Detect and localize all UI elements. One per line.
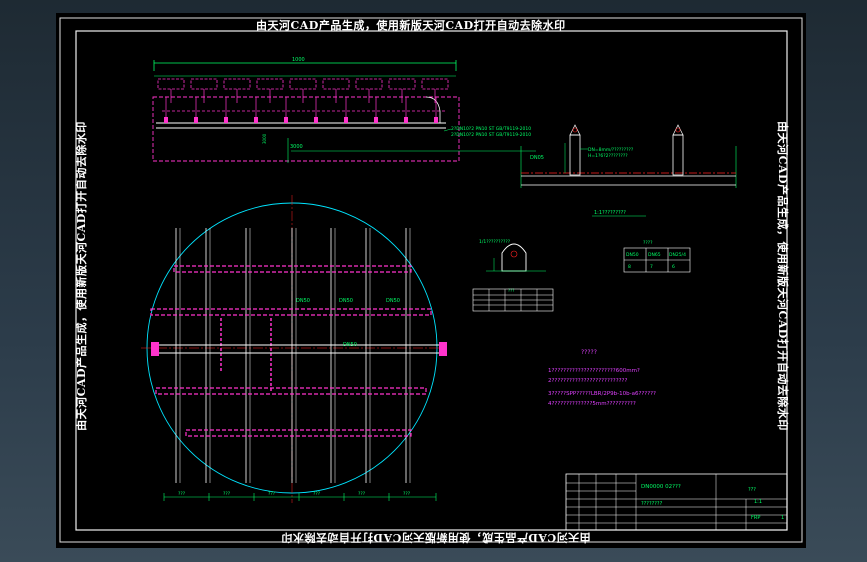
top-nozzle xyxy=(355,78,383,90)
title-scale: 1:1 xyxy=(754,499,762,505)
top-nozzle xyxy=(223,78,251,90)
notes-line-1: 1??????????????????????600mm? xyxy=(548,368,640,374)
notes: ????? 1??????????????????????600mm? 2???… xyxy=(548,349,656,407)
dim-label: ??? xyxy=(268,491,276,497)
top-nozzle xyxy=(190,78,218,90)
notes-line-4: 4??????????????5mm?????????? xyxy=(548,401,636,407)
title-block: DN0000 02??? ???????? ??? 1:1 FRP 1 xyxy=(565,473,788,531)
small-table: ???? DN50 DN65 DN25/4 8 7 6 xyxy=(623,240,691,273)
top-nozzle xyxy=(289,78,317,90)
elev-leg-cap xyxy=(254,117,258,123)
top-nozzle xyxy=(388,78,416,90)
dim-label: ??? xyxy=(223,491,231,497)
plan-headers xyxy=(150,265,432,437)
cad-viewport[interactable]: 1000 3000 2?DN10?2 PN10 ST GB/T9119-2010… xyxy=(56,13,806,548)
elev-leg-cap xyxy=(224,117,228,123)
plan-label-4: DN50 xyxy=(343,342,357,348)
small-table-v1: 8 xyxy=(628,264,631,270)
top-nozzle xyxy=(421,78,449,90)
notes-line-2: 2?????????????????????????? xyxy=(548,378,627,384)
top-nozzle xyxy=(322,78,350,90)
small-table-v2: 7 xyxy=(650,264,653,270)
plan-header xyxy=(185,429,412,437)
detail-nozzle-right xyxy=(672,124,684,176)
top-nozzle xyxy=(256,78,284,90)
small-table-h1: DN50 xyxy=(626,252,639,258)
dim-label: ??? xyxy=(358,491,366,497)
plan-header xyxy=(155,387,427,395)
dim-label: ??? xyxy=(313,491,321,497)
elevation-legs xyxy=(164,97,438,123)
elevation-view: 1000 3000 2?DN10?2 PN10 ST GB/T9119-2010… xyxy=(152,57,536,163)
plan-header xyxy=(173,265,412,273)
svg-text:3000: 3000 xyxy=(262,133,267,144)
watermark-left: 由天河CAD产品生成，使用新版天河CAD打开自动去除水印 xyxy=(74,121,88,431)
notes-title: ????? xyxy=(581,349,597,356)
small-table-h3: DN25/4 xyxy=(669,252,686,258)
elev-note-2: 2?DN10?2 PN10 ST GB/T9119-2010 xyxy=(451,132,531,138)
detail-pipe-note: DN=8mm/????????? xyxy=(588,147,634,153)
elev-leg-cap xyxy=(344,117,348,123)
title-code: FRP xyxy=(751,515,760,521)
detail-label-dn: DN05 xyxy=(530,155,544,161)
title-project: DN0000 02??? xyxy=(641,484,681,490)
elev-leg-cap xyxy=(164,117,168,123)
inner-frame xyxy=(75,30,788,531)
top-nozzle xyxy=(157,78,185,90)
elev-leg-cap xyxy=(374,117,378,123)
top-nozzles xyxy=(157,78,449,103)
elev-leg-cap xyxy=(284,117,288,123)
title-page: 1 xyxy=(781,515,784,521)
detail-pipe-note2: H=1?6?2???????? xyxy=(588,153,628,159)
elev-leg-cap xyxy=(404,117,408,123)
watermark-top: 由天河CAD产品生成，使用新版天河CAD打开自动去除水印 xyxy=(256,19,566,32)
title-sheet: ??? xyxy=(748,487,756,493)
dim-label: ??? xyxy=(178,491,186,497)
small-table-title: ???? xyxy=(643,240,653,246)
elev-leg-cap xyxy=(314,117,318,123)
elev-leg-cap xyxy=(194,117,198,123)
small-table-h2: DN65 xyxy=(648,252,661,258)
elev-note-1: 2?DN10?2 PN10 ST GB/T9119-2010 xyxy=(451,126,531,132)
plan-label-2: DN50 xyxy=(339,298,353,304)
section-caption: 1/1?????????? xyxy=(479,239,511,245)
elev-side-dim: 3000 xyxy=(290,144,303,150)
title-sub: ???????? xyxy=(641,501,663,507)
detail-view: DN05 DN=8mm/????????? H=1?6?2???????? 1:… xyxy=(520,124,737,217)
notes-line-3: 3?????SPP?????LBR/2P9b-10b-a6?????? xyxy=(548,391,656,397)
plan-label-3: DN50 xyxy=(386,298,400,304)
plan-header xyxy=(150,308,432,316)
dim-label: ??? xyxy=(403,491,411,497)
watermark-right: 由天河CAD产品生成，使用新版天河CAD打开自动去除水印 xyxy=(775,121,789,431)
detail-table: ??? xyxy=(472,288,554,312)
detail-caption: 1:1????????? xyxy=(594,210,626,216)
plan-view: DN50 DN50 DN50 DN50 ?????????????????? xyxy=(141,195,447,503)
small-table-v3: 6 xyxy=(672,264,675,270)
plan-label-1: DN50 xyxy=(296,298,310,304)
vessel-outline xyxy=(152,96,460,162)
elev-leg-cap xyxy=(434,117,438,123)
elev-top-dim: 1000 xyxy=(292,57,305,63)
detail-nozzle-left xyxy=(569,124,581,176)
section-view: 1/1?????????? ???? DN50 DN65 DN25/4 8 7 … xyxy=(472,239,691,312)
watermark-bottom: 由天河CAD产品生成，使用新版天河CAD打开自动去除水印 xyxy=(281,531,591,544)
cad-drawing: 1000 3000 2?DN10?2 PN10 ST GB/T9119-2010… xyxy=(59,17,803,543)
section-shape xyxy=(501,243,527,272)
